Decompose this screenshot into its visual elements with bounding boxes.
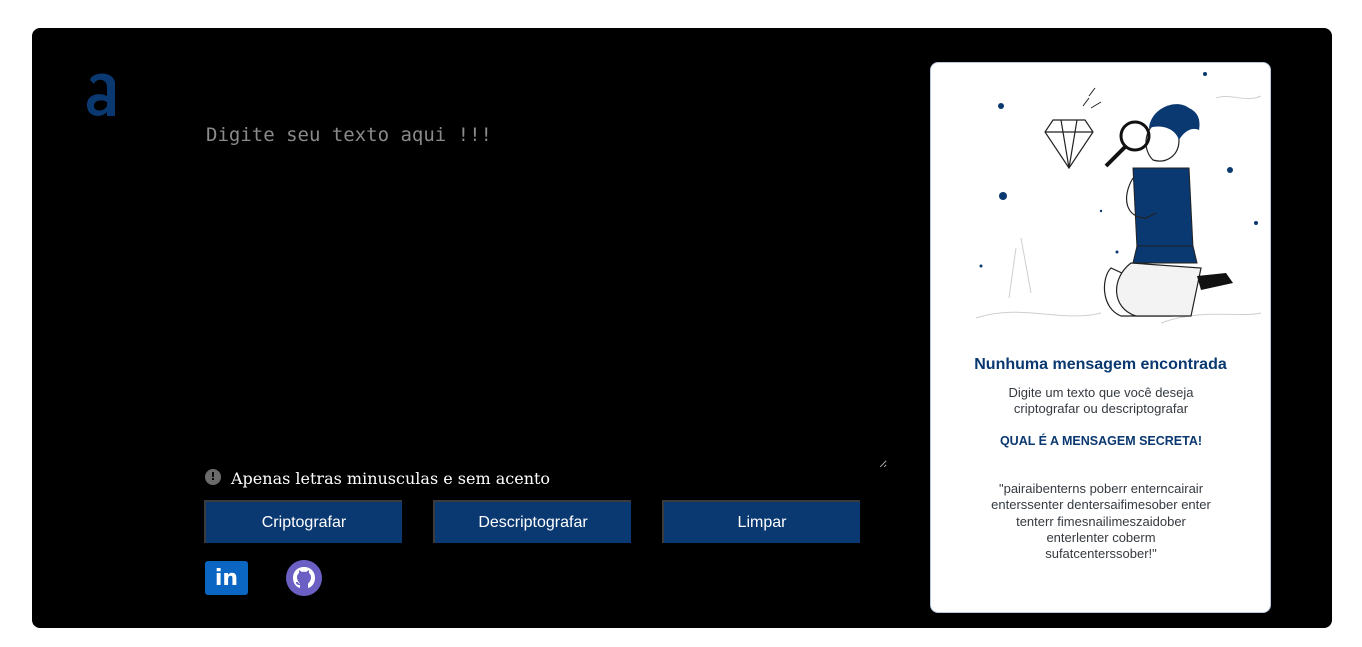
encrypt-button[interactable]: Criptografar [204,500,402,543]
panel-title: Nunhuma mensagem encontrada [974,356,1227,373]
panel-secret-message: "pairaibenterns poberr enterncairair ent… [991,481,1211,561]
clear-button[interactable]: Limpar [662,500,860,543]
decrypt-button[interactable]: Descriptografar [433,500,631,543]
message-input[interactable] [202,118,887,468]
result-panel: Nunhuma mensagem encontrada Digite um te… [930,62,1271,613]
linkedin-text: in [214,565,239,591]
input-hint: ! Apenas letras minusculas e sem acento [205,468,551,488]
app-frame: ! Apenas letras minusculas e sem acento … [32,28,1332,628]
exclamation-circle-icon: ! [205,468,221,485]
alura-logo-icon [86,73,115,116]
panel-subtitle: Digite um texto que você deseja criptogr… [1008,385,1194,417]
panel-question: QUAL É A MENSAGEM SECRETA! [999,434,1203,448]
github-icon[interactable] [286,560,322,596]
hint-text: Apenas letras minusculas e sem acento [231,469,551,488]
linkedin-icon[interactable]: in [205,561,248,595]
search-illustration-icon [975,72,1262,324]
